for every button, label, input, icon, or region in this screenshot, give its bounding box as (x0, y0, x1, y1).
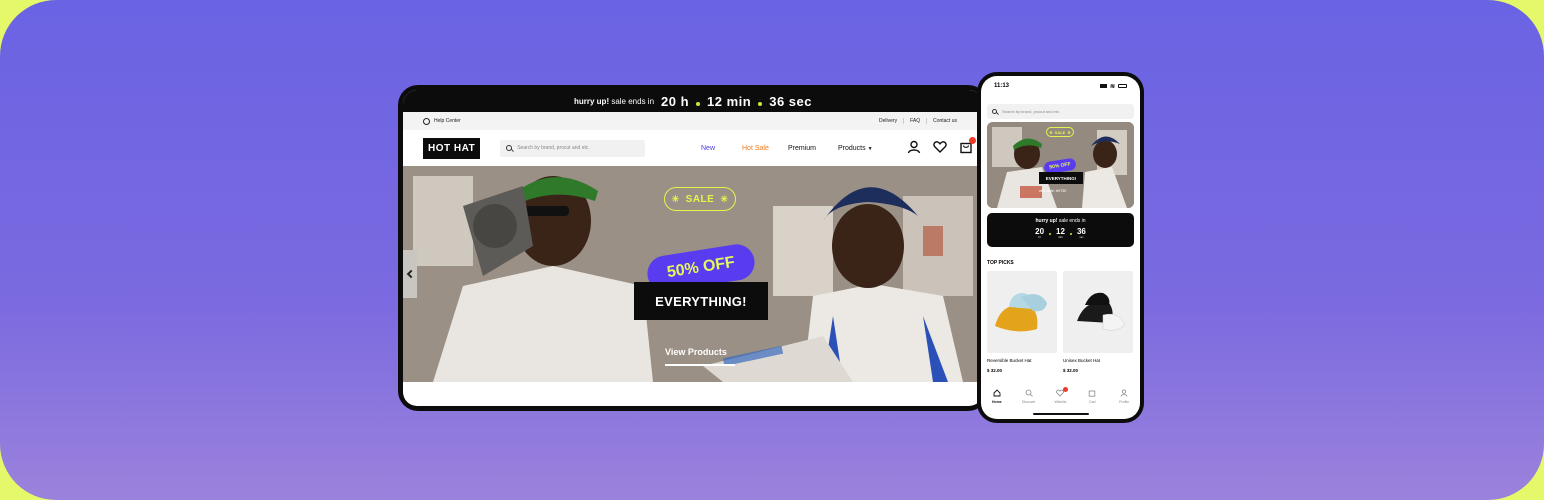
phone-screen: 11:13 ≋ Search by brand, procut and etc. (981, 76, 1140, 419)
everything-banner: EVERYTHING! (1039, 172, 1083, 184)
nav-link-premium[interactable]: Premium (788, 145, 816, 152)
wishlist-badge (1063, 387, 1069, 392)
phone-search-input[interactable]: Search by brand, procut and etc. (987, 104, 1134, 119)
home-indicator (1033, 413, 1089, 415)
sparkle-icon: ✳ (1049, 129, 1053, 135)
everything-banner: EVERYTHING! (634, 282, 768, 320)
cart-button[interactable] (959, 137, 976, 154)
countdown-lead: hurry up! sale ends in (574, 96, 655, 106)
cta-underline (665, 364, 735, 366)
section-title: TOP PICKS (987, 260, 1014, 266)
sparkle-icon: ✳ (671, 193, 680, 204)
product-card[interactable] (987, 271, 1057, 353)
cart-icon (1089, 390, 1096, 397)
battery-icon (1118, 84, 1127, 88)
tab-home[interactable]: Home (981, 387, 1013, 419)
product-price: $ 32.00 (1063, 368, 1079, 373)
search-placeholder: Search by brand, procut and etc. (517, 145, 590, 151)
search-input[interactable]: Search by brand, procut and etc. (500, 139, 646, 157)
phone-countdown: hurry up! sale ends in 20 hr 12 min 36 sec (987, 213, 1134, 247)
sale-countdown-bar: hurry up! sale ends in 20 h 12 min 36 se… (403, 90, 983, 112)
countdown-hours: 20 hr (1035, 227, 1045, 240)
help-icon (423, 117, 430, 125)
search-icon (992, 109, 997, 114)
tablet-device: hurry up! sale ends in 20 h 12 min 36 se… (398, 85, 988, 411)
search-icon (1025, 389, 1033, 397)
product-card[interactable] (1063, 271, 1133, 353)
signal-icon (1099, 84, 1107, 88)
phone-hero-banner[interactable]: ✳ SALE ✳ 50% OFF EVERYTHING! with code: #H… (987, 122, 1134, 208)
product-name[interactable]: Reversible Bucket Hat (987, 358, 1032, 363)
sale-badge: ✳ SALE ✳ (1046, 127, 1074, 137)
separator-dot (758, 102, 763, 106)
tab-profile[interactable]: Profile (1108, 387, 1140, 419)
phone-device: 11:13 ≋ Search by brand, procut and etc. (977, 72, 1144, 423)
countdown-seconds: 36 sec (769, 93, 812, 109)
countdown-minutes: 12 min (707, 93, 752, 109)
status-bar: 11:13 ≋ (981, 76, 1140, 96)
nav-link-hot-sale[interactable]: Hot Sale (742, 145, 769, 152)
separator-dot (1069, 233, 1072, 235)
wifi-icon: ≋ (1109, 83, 1115, 90)
help-center-link[interactable]: Help Center (423, 117, 461, 125)
cart-badge (969, 137, 976, 144)
user-icon (1120, 389, 1128, 397)
product-image (1077, 292, 1126, 331)
countdown-hours: 20 h (661, 93, 690, 109)
search-icon (506, 145, 513, 151)
product-price: $ 32.00 (987, 368, 1003, 373)
carousel-prev-button[interactable] (403, 250, 417, 298)
product-image (995, 293, 1047, 332)
user-icon[interactable] (907, 140, 921, 154)
heart-icon[interactable] (933, 140, 947, 154)
search-placeholder: Search by brand, procut and etc. (1002, 109, 1061, 114)
logo[interactable]: HOT HAT (423, 137, 481, 159)
nav-link-new[interactable]: New (701, 145, 715, 152)
countdown-lead: hurry up! sale ends in (1035, 218, 1086, 224)
separator-dot (696, 102, 701, 106)
delivery-link[interactable]: Delivery (873, 118, 903, 124)
view-products-link[interactable]: View Products (665, 347, 727, 357)
sale-badge: ✳ SALE ✳ (664, 187, 736, 211)
nav-link-products[interactable]: Products ▼ (838, 145, 873, 152)
status-time: 11:13 (994, 83, 1010, 89)
faq-link[interactable]: FAQ (903, 118, 926, 124)
home-icon (993, 389, 1001, 397)
chevron-left-icon (406, 269, 416, 279)
utility-bar: Help Center Delivery FAQ Contact us (403, 112, 983, 130)
chevron-down-icon: ▼ (867, 145, 873, 152)
main-nav: HOT HAT Search by brand, procut and etc.… (403, 130, 983, 166)
promo-code: with code: #HT50 (1039, 189, 1067, 193)
hero-banner: ✳ SALE ✳ 50% OFF EVERYTHING! View Produc… (403, 166, 983, 382)
tablet-screen: hurry up! sale ends in 20 h 12 min 36 se… (403, 90, 983, 406)
sparkle-icon: ✳ (1067, 129, 1071, 135)
countdown-seconds: 36 sec (1076, 227, 1086, 240)
separator-dot (1049, 233, 1052, 235)
countdown-minutes: 12 min (1056, 227, 1065, 240)
contact-link[interactable]: Contact us (926, 118, 963, 124)
sparkle-icon: ✳ (720, 193, 729, 204)
product-name[interactable]: Unisex Bucket Hat (1063, 358, 1100, 363)
